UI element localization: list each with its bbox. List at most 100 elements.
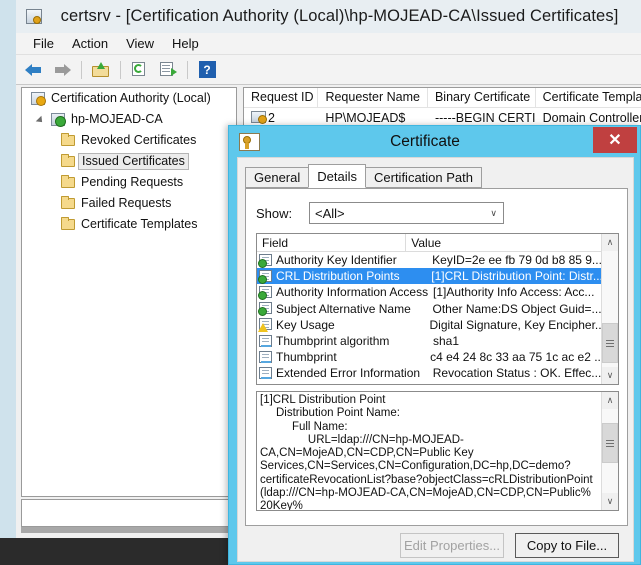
- export-list-icon: [160, 62, 177, 77]
- scrollbar-track[interactable]: [602, 409, 618, 493]
- forward-button[interactable]: [49, 58, 75, 82]
- help-icon: ?: [198, 61, 216, 78]
- help-button[interactable]: ?: [194, 58, 220, 82]
- field-value: [1]CRL Distribution Point: Distr...: [431, 269, 601, 284]
- property-icon: [259, 350, 273, 364]
- column-header-certificate-template[interactable]: Certificate Template: [536, 88, 641, 107]
- arrow-right-icon: [53, 63, 71, 77]
- tree-item-issued-certificates[interactable]: Issued Certificates: [22, 151, 236, 172]
- field-list-headers: Field Value: [257, 234, 601, 252]
- extension-icon: [258, 269, 273, 284]
- field-name: Thumbprint algorithm: [276, 334, 390, 349]
- field-row-authority-information-access[interactable]: Authority Information Access [1]Authorit…: [257, 284, 601, 300]
- field-name: CRL Distribution Points: [276, 269, 400, 284]
- scroll-down-button[interactable]: ∨: [602, 493, 618, 510]
- scrollbar-grip-icon: [606, 338, 614, 349]
- certificate-field-list[interactable]: Field Value Authority Key Identifier Key…: [256, 233, 619, 385]
- tree-item-revoked-certificates[interactable]: Revoked Certificates: [22, 130, 236, 151]
- tree-item-label: Revoked Certificates: [81, 133, 197, 147]
- tree-item-label: Certification Authority (Local): [51, 91, 211, 105]
- console-tree-panel[interactable]: Certification Authority (Local) hp-MOJEA…: [21, 87, 237, 497]
- expander-icon[interactable]: [36, 114, 48, 126]
- menu-item-file[interactable]: File: [24, 34, 63, 53]
- tree-item-label: Failed Requests: [81, 196, 172, 210]
- refresh-icon: [132, 62, 148, 77]
- scrollbar-thumb[interactable]: [602, 423, 618, 463]
- field-name: Key Usage: [276, 317, 335, 332]
- window-left-frame: [8, 0, 16, 538]
- scrollbar-track[interactable]: [602, 251, 618, 367]
- certificate-dialog: Certificate ✕ General Details Certificat…: [228, 125, 641, 565]
- tab-details[interactable]: Details: [308, 164, 366, 188]
- scroll-up-button[interactable]: ∧: [602, 392, 618, 409]
- extension-icon: [258, 302, 273, 317]
- scrollbar-thumb[interactable]: [602, 323, 618, 363]
- detail-scrollbar[interactable]: ∧ ∨: [601, 392, 618, 510]
- field-row-authority-key-identifier[interactable]: Authority Key Identifier KeyID=2e ee fb …: [257, 252, 601, 268]
- folder-up-icon: [92, 62, 110, 77]
- column-header-binary-certificate[interactable]: Binary Certificate: [428, 88, 536, 107]
- field-detail-text: [1]CRL Distribution Point Distribution P…: [260, 394, 593, 510]
- field-name: Authority Key Identifier: [276, 253, 397, 268]
- tree-item-hp-mojead-ca[interactable]: hp-MOJEAD-CA: [22, 109, 236, 130]
- property-icon: [259, 366, 273, 380]
- field-row-crl-distribution-points[interactable]: CRL Distribution Points [1]CRL Distribut…: [257, 268, 601, 285]
- menu-item-view[interactable]: View: [117, 34, 163, 53]
- menu-item-action[interactable]: Action: [63, 34, 117, 53]
- tab-general[interactable]: General: [245, 167, 310, 188]
- show-dropdown-value: <All>: [315, 205, 345, 221]
- folder-icon: [60, 174, 77, 191]
- cell-request-id: 2: [244, 110, 318, 125]
- cell-certificate-template: Domain Controller (: [542, 110, 641, 125]
- field-name: Extended Error Information: [276, 366, 421, 381]
- chevron-down-icon: ∨: [490, 207, 497, 218]
- field-value: Digital Signature, Key Encipher...: [429, 317, 601, 332]
- tree-item-pending-requests[interactable]: Pending Requests: [22, 172, 236, 193]
- field-detail-textbox[interactable]: [1]CRL Distribution Point Distribution P…: [256, 391, 619, 511]
- up-one-level-button[interactable]: [88, 58, 114, 82]
- menu-item-help[interactable]: Help: [163, 34, 208, 53]
- close-icon[interactable]: ✕: [593, 127, 637, 153]
- toolbar-separator: [187, 60, 188, 79]
- field-row-thumbprint[interactable]: Thumbprint c4 e4 24 8c 33 aa 75 1c ac e2…: [257, 349, 601, 365]
- field-value: c4 e4 24 8c 33 aa 75 1c ac e2 ...: [430, 350, 601, 365]
- export-list-button[interactable]: [155, 58, 181, 82]
- show-dropdown[interactable]: <All> ∨: [309, 202, 504, 224]
- title-bar: certsrv - [Certification Authority (Loca…: [16, 0, 641, 33]
- column-header-request-id[interactable]: Request ID: [244, 88, 319, 107]
- edit-properties-button[interactable]: Edit Properties...: [400, 532, 504, 558]
- scroll-down-button[interactable]: ∨: [602, 367, 618, 384]
- certificate-icon: [239, 132, 260, 151]
- cell-text: 2: [268, 110, 275, 125]
- field-list-scrollbar[interactable]: ∧ ∨: [601, 234, 618, 384]
- field-row-key-usage[interactable]: Key Usage Digital Signature, Key Enciphe…: [257, 317, 601, 333]
- tab-certification-path[interactable]: Certification Path: [365, 167, 482, 188]
- details-tab-page: Show: <All> ∨ Field Value Authority Key …: [245, 188, 628, 526]
- column-header-field[interactable]: Field: [257, 234, 407, 251]
- list-column-headers: Request ID Requester Name Binary Certifi…: [244, 88, 641, 108]
- certificate-dialog-titlebar[interactable]: Certificate ✕: [229, 126, 640, 157]
- refresh-button[interactable]: [127, 58, 153, 82]
- field-row-thumbprint-algorithm[interactable]: Thumbprint algorithm sha1: [257, 333, 601, 349]
- certificate-tabs: General Details Certification Path: [245, 164, 628, 188]
- arrow-left-icon: [25, 63, 43, 77]
- certificate-dialog-title: Certificate: [390, 132, 460, 150]
- critical-extension-icon: [258, 318, 273, 333]
- copy-to-file-button[interactable]: Copy to File...: [515, 532, 619, 558]
- extension-icon: [258, 253, 273, 268]
- scroll-up-button[interactable]: ∧: [602, 234, 618, 251]
- tree-item-failed-requests[interactable]: Failed Requests: [22, 193, 236, 214]
- tree-item-certificate-templates[interactable]: Certificate Templates: [22, 214, 236, 235]
- field-row-subject-alternative-name[interactable]: Subject Alternative Name Other Name:DS O…: [257, 301, 601, 317]
- field-value: [1]Authority Info Access: Acc...: [433, 285, 595, 300]
- field-value: Other Name:DS Object Guid=...: [432, 301, 601, 316]
- column-header-requester-name[interactable]: Requester Name: [318, 88, 428, 107]
- field-row-extended-error-information[interactable]: Extended Error Information Revocation St…: [257, 365, 601, 381]
- column-header-value[interactable]: Value: [406, 234, 601, 251]
- tree-item-certification-authority-local[interactable]: Certification Authority (Local): [22, 88, 236, 109]
- back-button[interactable]: [21, 58, 47, 82]
- window-title: certsrv - [Certification Authority (Loca…: [60, 7, 619, 25]
- ca-server-icon: [50, 112, 67, 128]
- field-value: Revocation Status : OK. Effec...: [432, 366, 601, 381]
- show-filter-row: Show: <All> ∨: [256, 202, 504, 224]
